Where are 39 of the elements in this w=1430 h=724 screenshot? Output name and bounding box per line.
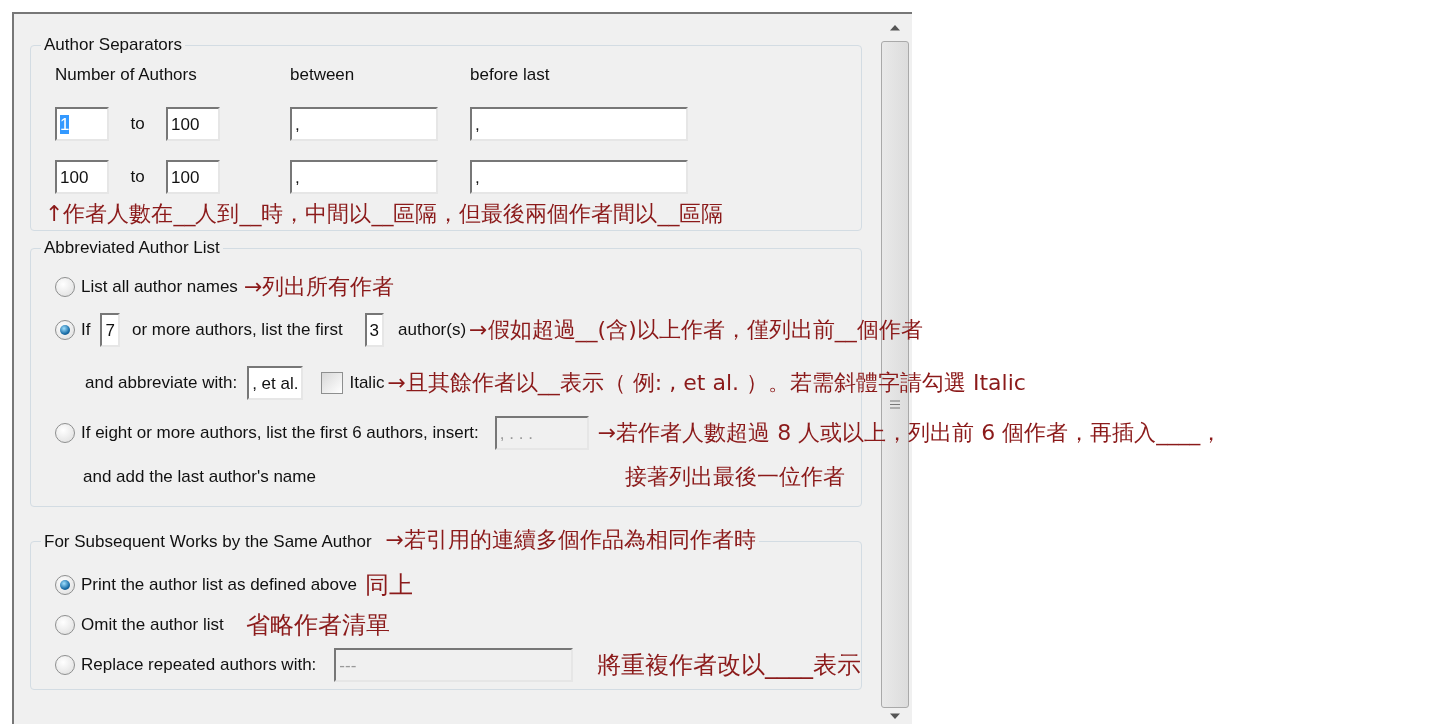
option-label: Replace repeated authors with: bbox=[81, 655, 317, 675]
field-label: and abbreviate with: bbox=[85, 373, 238, 393]
to-label: to bbox=[129, 114, 146, 134]
first-authors-field[interactable]: 3 bbox=[364, 313, 385, 347]
annotation: →假如超過__(含)以上作者，僅列出前__個作者 bbox=[469, 316, 923, 345]
option-label: Omit the author list bbox=[81, 615, 224, 635]
option-label: and add the last author's name bbox=[83, 467, 316, 487]
column-header: Number of Authors bbox=[55, 65, 198, 85]
group-title: Abbreviated Author List bbox=[44, 238, 220, 257]
option-label: Print the author list as defined above bbox=[81, 575, 357, 595]
between-field[interactable]: , bbox=[290, 107, 438, 141]
to-field[interactable]: 100 bbox=[166, 107, 220, 141]
checkbox-label: Italic bbox=[349, 373, 385, 393]
annotation: 將重複作者改以____表示 bbox=[597, 650, 861, 681]
before-last-field[interactable]: , bbox=[470, 107, 688, 141]
annotation: 省略作者清單 bbox=[245, 610, 390, 641]
annotation: →若作者人數超過 8 人或以上，列出前 6 個作者，再插入____， bbox=[597, 420, 1223, 445]
annotation: 同上 bbox=[364, 570, 413, 601]
option-label: List all author names bbox=[81, 277, 238, 297]
from-field[interactable]: 100 bbox=[55, 160, 109, 194]
column-header: before last bbox=[470, 65, 551, 85]
annotation: →列出所有作者 bbox=[243, 273, 395, 301]
annotation: 接著列出最後一位作者 bbox=[624, 464, 845, 489]
option-label: or more authors, list the first bbox=[131, 320, 343, 340]
between-field[interactable]: , bbox=[290, 160, 438, 194]
column-header: between bbox=[290, 65, 356, 85]
option-label: author(s) bbox=[398, 320, 467, 340]
min-authors-field[interactable]: 7 bbox=[100, 313, 120, 347]
to-label: to bbox=[129, 167, 146, 187]
group-title: Author Separators bbox=[44, 35, 182, 54]
option-label: If bbox=[81, 320, 91, 340]
annotation: ↑作者人數在__人到__時，中間以__區隔，但最後兩個作者間以__區隔 bbox=[45, 200, 725, 228]
group-title: For Subsequent Works by the Same Author bbox=[44, 532, 372, 551]
to-field[interactable]: 100 bbox=[166, 160, 220, 194]
abbreviation-field[interactable]: , et al. bbox=[247, 366, 304, 400]
before-last-field[interactable]: , bbox=[470, 160, 688, 194]
option-label: If eight or more authors, list the first 6 authors, insert: bbox=[81, 423, 479, 443]
annotation: →且其餘作者以__表示（ 例: , et al. ）。若需斜體字請勾選 Italic bbox=[387, 369, 1026, 398]
annotation: →若引用的連續多個作品為相同作者時 bbox=[385, 527, 757, 552]
